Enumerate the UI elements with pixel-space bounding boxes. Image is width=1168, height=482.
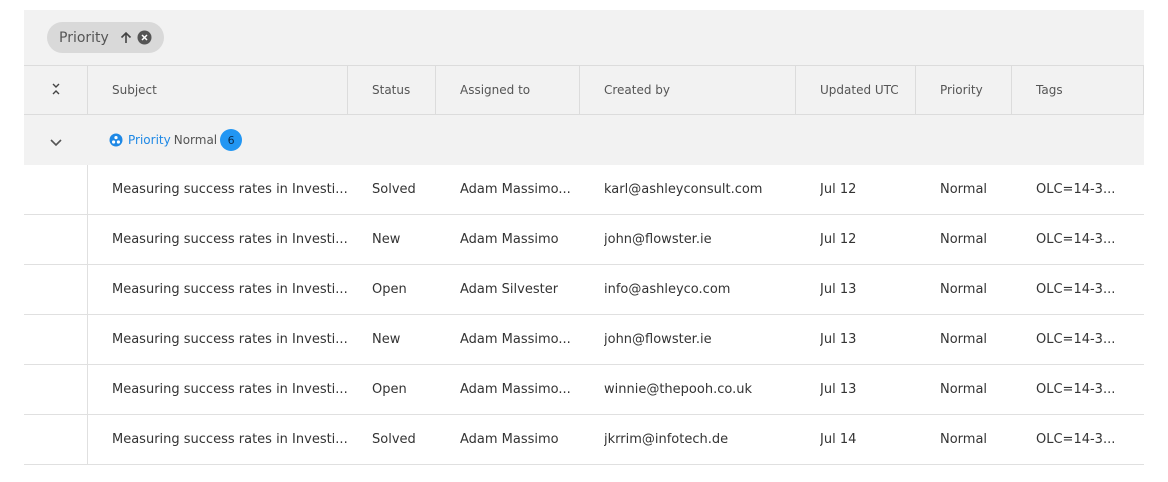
cell-created-by: karl@ashleyconsult.com xyxy=(604,182,763,197)
table-row[interactable]: Measuring success rates in Investi... Op… xyxy=(24,265,1144,315)
cell-created-by: john@flowster.ie xyxy=(604,232,712,247)
column-header-label: Created by xyxy=(604,83,671,97)
cell-tags: OLC=14-3... xyxy=(1036,432,1116,447)
cell-assigned: Adam Massimo... xyxy=(460,382,571,397)
cell-assigned: Adam Massimo xyxy=(460,432,559,447)
column-header-label: Priority xyxy=(940,83,983,97)
expand-collapse-icon xyxy=(51,81,61,100)
cell-priority: Normal xyxy=(940,332,988,347)
cell-status: New xyxy=(372,232,401,247)
cell-created-by: winnie@thepooh.co.uk xyxy=(604,382,752,397)
group-label: Priority Normal 6 xyxy=(109,115,243,165)
cell-subject: Measuring success rates in Investi... xyxy=(112,182,348,197)
row-gutter xyxy=(24,415,88,464)
column-header-assigned-to[interactable]: Assigned to xyxy=(436,66,580,114)
cell-tags: OLC=14-3... xyxy=(1036,382,1116,397)
cell-updated: Jul 12 xyxy=(820,232,857,247)
cell-status: New xyxy=(372,332,401,347)
cell-priority: Normal xyxy=(940,382,988,397)
cell-tags: OLC=14-3... xyxy=(1036,332,1116,347)
grid-panel: Priority Subject Status Assigned to Crea… xyxy=(24,10,1144,482)
cell-updated: Jul 13 xyxy=(820,332,857,347)
cell-assigned: Adam Silvester xyxy=(460,282,559,297)
column-header-updated[interactable]: Updated UTC xyxy=(796,66,916,114)
cell-subject: Measuring success rates in Investi... xyxy=(112,432,348,447)
row-gutter xyxy=(24,315,88,364)
row-gutter xyxy=(24,165,88,214)
column-header-label: Subject xyxy=(112,83,157,97)
group-chip-priority[interactable]: Priority xyxy=(47,22,164,53)
group-row-priority-normal[interactable]: Priority Normal 6 xyxy=(24,115,1144,165)
cell-assigned: Adam Massimo... xyxy=(460,332,571,347)
table-row[interactable]: Measuring success rates in Investi... Op… xyxy=(24,365,1144,415)
column-header-created-by[interactable]: Created by xyxy=(580,66,796,114)
table-row[interactable]: Measuring success rates in Investi... So… xyxy=(24,415,1144,465)
cell-updated: Jul 13 xyxy=(820,382,857,397)
chevron-down-icon[interactable] xyxy=(49,133,63,152)
cell-priority: Normal xyxy=(940,432,988,447)
column-header-row: Subject Status Assigned to Created by Up… xyxy=(24,65,1144,115)
column-header-priority[interactable]: Priority xyxy=(916,66,1012,114)
group-chip-label: Priority xyxy=(59,29,109,46)
cell-subject: Measuring success rates in Investi... xyxy=(112,232,348,247)
cell-tags: OLC=14-3... xyxy=(1036,232,1116,247)
cell-created-by: info@ashleyco.com xyxy=(604,282,731,297)
arrow-up-icon[interactable] xyxy=(119,31,133,45)
cell-priority: Normal xyxy=(940,182,988,197)
table-row[interactable]: Measuring success rates in Investi... Ne… xyxy=(24,215,1144,265)
cell-priority: Normal xyxy=(940,232,988,247)
cell-status: Open xyxy=(372,282,407,297)
close-circle-icon[interactable] xyxy=(137,30,152,45)
row-gutter xyxy=(24,365,88,414)
column-header-label: Status xyxy=(372,83,411,97)
cell-tags: OLC=14-3... xyxy=(1036,282,1116,297)
cell-subject: Measuring success rates in Investi... xyxy=(112,332,348,347)
group-icon xyxy=(109,133,123,147)
group-field-name: Priority xyxy=(128,133,171,147)
cell-updated: Jul 13 xyxy=(820,282,857,297)
cell-created-by: jkrrim@infotech.de xyxy=(604,432,729,447)
row-gutter xyxy=(24,265,88,314)
row-gutter xyxy=(24,215,88,264)
cell-updated: Jul 12 xyxy=(820,182,857,197)
column-header-tags[interactable]: Tags xyxy=(1012,66,1144,114)
cell-status: Solved xyxy=(372,432,416,447)
cell-tags: OLC=14-3... xyxy=(1036,182,1116,197)
column-header-label: Assigned to xyxy=(460,83,531,97)
group-value: Normal xyxy=(173,133,218,147)
group-by-bar: Priority xyxy=(24,10,1144,65)
cell-created-by: john@flowster.ie xyxy=(604,332,712,347)
table-body: Measuring success rates in Investi... So… xyxy=(24,165,1144,465)
table-row[interactable]: Measuring success rates in Investi... Ne… xyxy=(24,315,1144,365)
cell-assigned: Adam Massimo xyxy=(460,232,559,247)
cell-status: Solved xyxy=(372,182,416,197)
cell-priority: Normal xyxy=(940,282,988,297)
cell-assigned: Adam Massimo... xyxy=(460,182,571,197)
cell-updated: Jul 14 xyxy=(820,432,857,447)
cell-subject: Measuring success rates in Investi... xyxy=(112,282,348,297)
column-header-subject[interactable]: Subject xyxy=(88,66,348,114)
column-header-label: Updated UTC xyxy=(820,83,899,97)
expand-collapse-all-button[interactable] xyxy=(24,66,88,114)
cell-status: Open xyxy=(372,382,407,397)
group-count-badge: 6 xyxy=(220,129,243,151)
table-row[interactable]: Measuring success rates in Investi... So… xyxy=(24,165,1144,215)
column-header-status[interactable]: Status xyxy=(348,66,436,114)
column-header-label: Tags xyxy=(1036,83,1063,97)
cell-subject: Measuring success rates in Investi... xyxy=(112,382,348,397)
